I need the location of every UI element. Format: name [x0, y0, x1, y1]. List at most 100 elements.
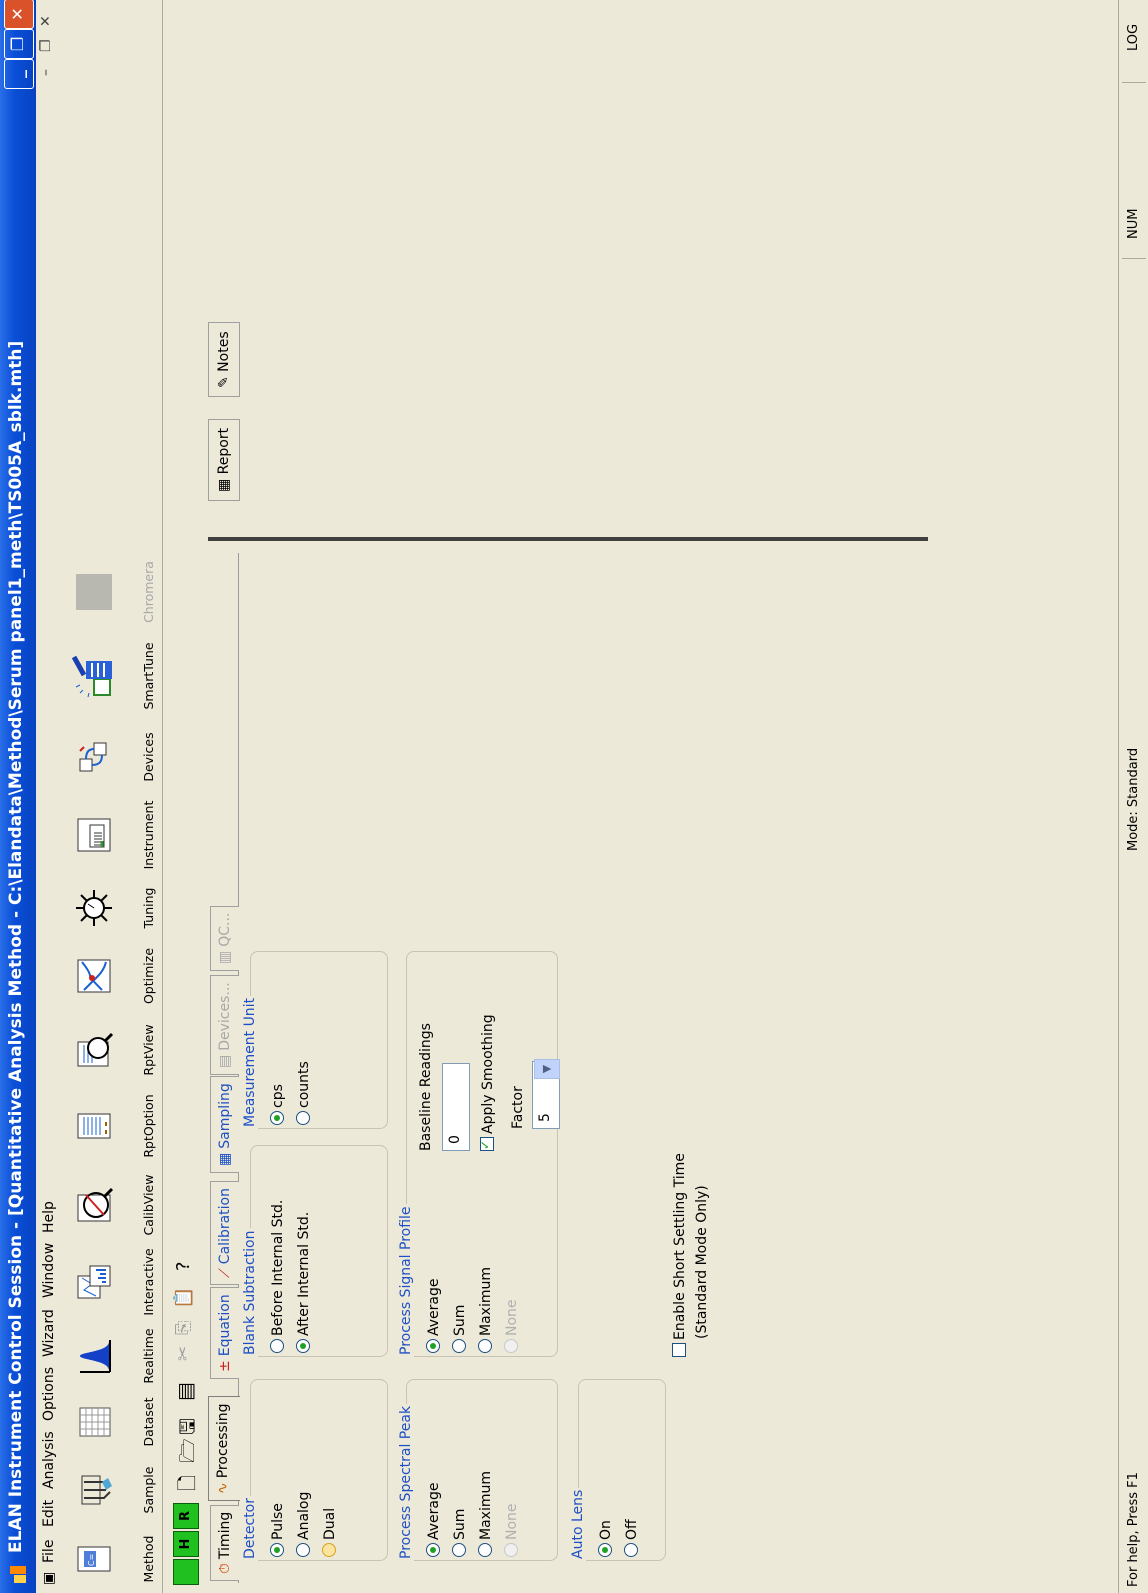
devices-tab-icon: ▤	[217, 1054, 233, 1068]
restore-button[interactable]: ❐	[4, 29, 34, 59]
tab-equation[interactable]: ±Equation	[210, 1287, 239, 1379]
sample-icon	[81, 1475, 112, 1505]
measurement-unit-title: Measurement Unit	[242, 995, 258, 1129]
save-all-icon[interactable]: ▤	[173, 1377, 197, 1401]
auto-lens-on-radio[interactable]: On	[598, 1520, 614, 1557]
status-help: For help, Press F1	[1126, 1472, 1141, 1587]
toolbar-smarttune-button[interactable]: SmartTune	[68, 633, 160, 719]
instrument-icon	[77, 818, 111, 852]
short-settling-checkbox[interactable]: Enable Short Settling Time	[672, 1153, 688, 1357]
menu-help[interactable]: Help	[41, 1201, 57, 1233]
qc-tab-icon: ▥	[217, 950, 233, 964]
toolbar-dataset-button[interactable]: Dataset	[68, 1389, 160, 1455]
toolbar-devices-button[interactable]: Devices	[68, 721, 160, 793]
profile-average-radio[interactable]: Average	[426, 1279, 442, 1353]
tab-timing[interactable]: ⏱Timing	[210, 1504, 239, 1581]
window-title: ELAN Instrument Control Session - [Quant…	[6, 340, 26, 1553]
toolbar-method-button[interactable]: C= Method	[68, 1527, 160, 1591]
detector-pulse-radio[interactable]: Pulse	[270, 1503, 286, 1557]
profile-none-radio[interactable]: None	[504, 1299, 520, 1353]
status-log: LOG	[1126, 23, 1141, 51]
close-button[interactable]: ✕	[4, 0, 34, 29]
profile-maximum-radio[interactable]: Maximum	[478, 1267, 494, 1353]
status-mode: Mode: Standard	[1126, 747, 1141, 851]
new-icon[interactable]: 🗋	[173, 1467, 199, 1491]
baseline-readings-input[interactable]: 0	[442, 1063, 470, 1151]
tab-report[interactable]: ▦ Report	[208, 418, 240, 501]
toolbar-optimize-button[interactable]: Optimize	[68, 939, 160, 1013]
menu-options[interactable]: Options	[41, 1367, 57, 1421]
toolbar-realtime-button[interactable]: Realtime	[68, 1323, 160, 1389]
toolbar-calibview-button[interactable]: CalibView	[68, 1167, 160, 1243]
toolbar-chromera-button[interactable]: Chromera	[68, 551, 160, 633]
tab-sampling[interactable]: ▦Sampling	[210, 1076, 239, 1173]
toolbar-tuning-button[interactable]: Tuning	[68, 877, 160, 939]
tab-processing[interactable]: ∿Processing	[208, 1396, 240, 1501]
auto-lens-title: Auto Lens	[570, 1487, 586, 1561]
tab-calibration[interactable]: ⟋Calibration	[210, 1181, 239, 1285]
mdi-minimize-icon[interactable]: –	[38, 69, 54, 76]
pane-divider[interactable]	[208, 537, 928, 541]
blank-subtraction-title: Blank Subtraction	[242, 1228, 258, 1357]
apply-smoothing-checkbox[interactable]: Apply Smoothing	[480, 1014, 496, 1151]
realtime-icon	[80, 1340, 111, 1373]
menu-analysis[interactable]: Analysis	[41, 1431, 57, 1489]
method-icon: C=	[77, 1546, 111, 1572]
mdi-doc-icon[interactable]: ▣	[41, 1572, 57, 1585]
peak-maximum-radio[interactable]: Maximum	[478, 1471, 494, 1557]
minimize-button[interactable]: _	[4, 59, 34, 89]
menu-edit[interactable]: Edit	[41, 1500, 57, 1527]
auto-lens-off-radio[interactable]: Off	[624, 1519, 640, 1557]
calibview-icon	[77, 1187, 114, 1222]
unit-counts-radio[interactable]: counts	[296, 1061, 312, 1125]
factor-dropdown-icon[interactable]: ▼	[534, 1059, 560, 1079]
notes-icon: ✎	[216, 371, 232, 388]
green-graph-icon[interactable]	[173, 1559, 199, 1585]
open-icon[interactable]: 🗁	[173, 1438, 199, 1463]
title-bar: ELAN Instrument Control Session - [Quant…	[0, 0, 36, 1593]
spectral-peak-title: Process Spectral Peak	[398, 1403, 414, 1561]
equation-icon: ±	[217, 1360, 233, 1372]
save-icon[interactable]: 🖫	[173, 1411, 199, 1435]
mdi-close-icon[interactable]: ✕	[38, 15, 54, 27]
baseline-readings-label: Baseline Readings	[418, 1023, 434, 1151]
tab-notes[interactable]: ✎ Notes	[208, 322, 240, 397]
toolbar-rptoption-button[interactable]: RptOption	[68, 1087, 160, 1165]
detector-analog-radio[interactable]: Analog	[296, 1492, 312, 1557]
smarttune-icon	[72, 655, 112, 698]
stopwatch-icon: ⏱	[217, 1563, 233, 1574]
unit-cps-radio[interactable]: cps	[270, 1084, 286, 1125]
green-r-icon[interactable]: R	[173, 1503, 199, 1529]
detector-dual-radio[interactable]: Dual	[322, 1508, 338, 1557]
profile-sum-radio[interactable]: Sum	[452, 1305, 468, 1353]
peak-sum-radio[interactable]: Sum	[452, 1509, 468, 1557]
menu-file[interactable]: File	[41, 1540, 57, 1563]
tab-devices[interactable]: ▤Devices...	[210, 975, 239, 1075]
peak-average-radio[interactable]: Average	[426, 1483, 442, 1557]
cut-icon[interactable]: ✂	[173, 1337, 197, 1361]
blank-before-internal-radio[interactable]: Before Internal Std.	[270, 1200, 286, 1353]
tab-qc[interactable]: ▥QC...	[210, 905, 239, 971]
copy-icon[interactable]: ⎘	[173, 1311, 197, 1335]
menu-window[interactable]: Window	[41, 1243, 57, 1298]
help-pointer-icon[interactable]: ?	[173, 1247, 197, 1271]
green-h-icon[interactable]: H	[173, 1531, 199, 1557]
toolbar-interactive-button[interactable]: Interactive	[68, 1243, 160, 1321]
toolbar-sample-button[interactable]: Sample	[68, 1457, 160, 1523]
elan-app-icon	[10, 1566, 26, 1583]
peak-none-radio[interactable]: None	[504, 1503, 520, 1557]
rptview-icon	[77, 1032, 114, 1067]
toolbar-instrument-button[interactable]: Instrument	[68, 793, 160, 877]
svg-text:C=: C=	[87, 1554, 96, 1566]
optimize-icon	[77, 959, 111, 993]
status-bar: For help, Press F1 Mode: Standard NUM LO…	[1118, 0, 1148, 1593]
paste-icon[interactable]: 📋	[173, 1285, 197, 1309]
toolbar-rptview-button[interactable]: RptView	[68, 1013, 160, 1087]
menu-bar: ▣ File Edit Analysis Options Wizard Wind…	[36, 0, 64, 1593]
tuning-icon	[76, 890, 112, 926]
interactive-icon	[77, 1265, 111, 1299]
report-icon: ▦	[216, 474, 232, 492]
menu-wizard[interactable]: Wizard	[41, 1309, 57, 1357]
blank-after-internal-radio[interactable]: After Internal Std.	[296, 1212, 312, 1353]
mdi-restore-icon[interactable]: ❐	[38, 39, 54, 52]
